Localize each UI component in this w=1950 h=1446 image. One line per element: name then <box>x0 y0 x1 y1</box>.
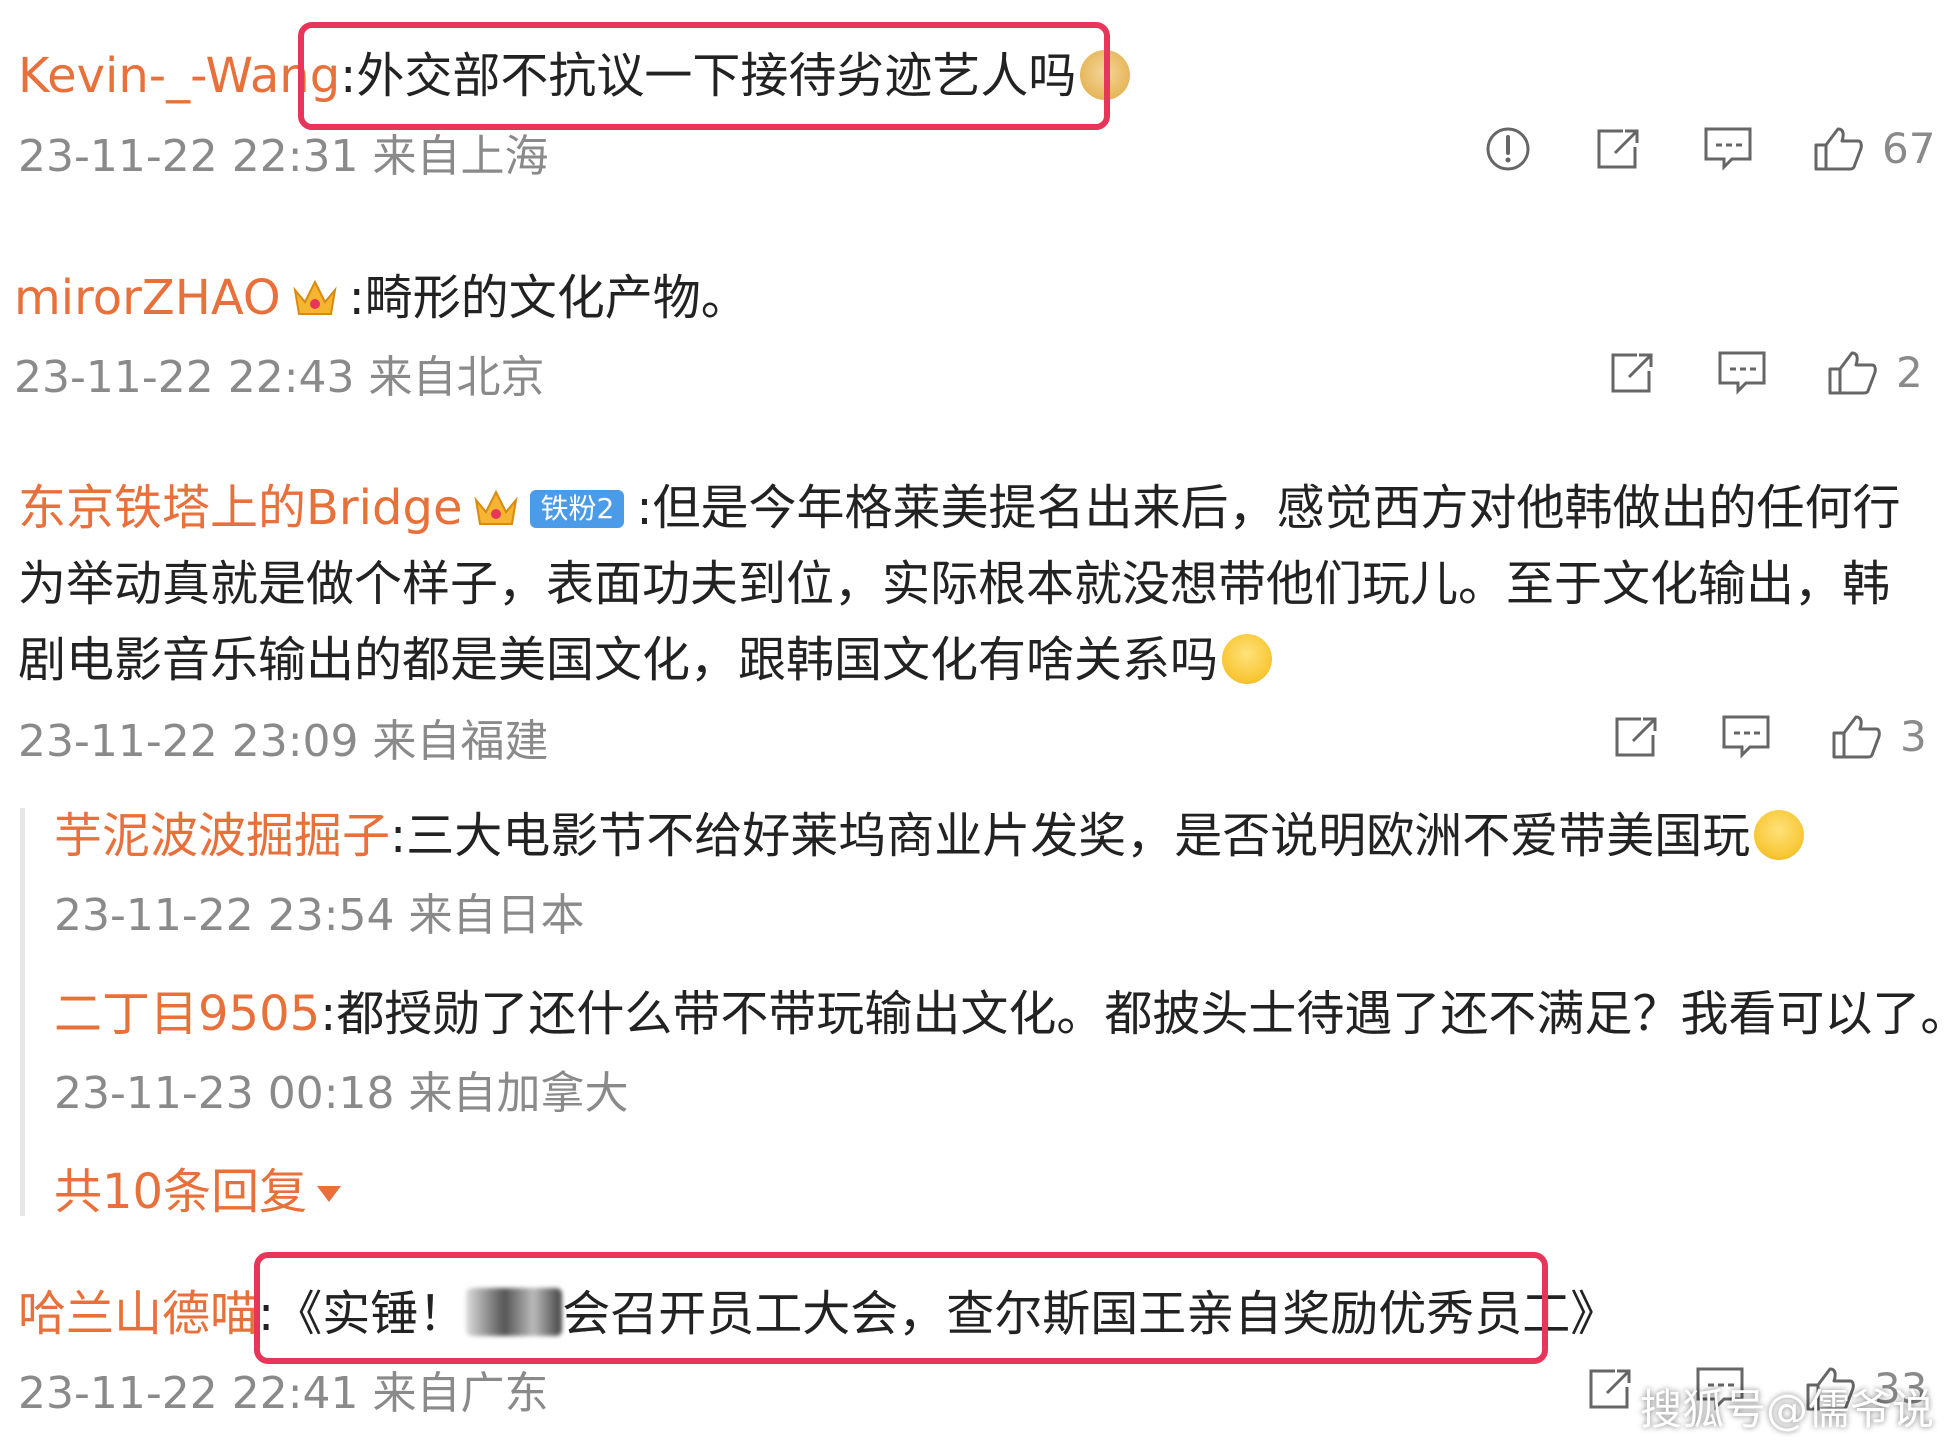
comment-3-body: 东京铁塔上的Bridge 铁粉2:但是今年格莱美提名出来后，感觉西方对他韩做出的任… <box>18 470 1918 698</box>
share-icon[interactable] <box>1588 125 1648 173</box>
reply-meta: 23-11-23 00:18 来自加拿大 <box>54 1068 629 1119</box>
watermark: 搜狐号@儒爷说 <box>1640 1385 1935 1434</box>
like-count: 67 <box>1882 124 1936 173</box>
comment-icon[interactable] <box>1698 125 1758 173</box>
reply-1: 芋泥波波掘掘子:三大电影节不给好莱坞商业片发奖，是否说明欧洲不爱带美国玩 <box>54 808 1805 864</box>
comment-actions: 2 <box>1602 348 1923 397</box>
like-icon[interactable] <box>1826 713 1886 761</box>
comment-icon[interactable] <box>1712 349 1772 397</box>
share-icon[interactable] <box>1606 713 1666 761</box>
highlight-box-2 <box>254 1252 1548 1364</box>
comment-meta: 23-11-22 22:31 来自上海 <box>18 131 549 182</box>
fan-badge: 铁粉2 <box>530 490 625 528</box>
laugh-cry-emoji-icon <box>1754 810 1805 860</box>
report-icon[interactable] <box>1478 125 1538 173</box>
like-icon[interactable] <box>1808 125 1868 173</box>
crown-icon <box>474 489 519 525</box>
comment-username[interactable]: Kevin-_-Wang <box>18 48 340 104</box>
reply-2: 二丁目9505:都授勋了还什么带不带玩输出文化。都披头士待遇了还不满足？我看可以… <box>54 986 1950 1042</box>
comment-username[interactable]: 哈兰山德喵 <box>18 1286 258 1342</box>
reply-meta: 23-11-22 23:54 来自日本 <box>54 890 585 941</box>
more-replies-link[interactable]: 共10条回复 <box>54 1164 343 1220</box>
share-icon[interactable] <box>1602 349 1662 397</box>
triangle-down-icon <box>317 1186 342 1202</box>
comment-username[interactable]: 东京铁塔上的Bridge <box>18 480 462 536</box>
reply-text: :三大电影节不给好莱坞商业片发奖，是否说明欧洲不爱带美国玩 <box>390 808 1751 864</box>
comment-2-header: mirorZHAO :畸形的文化产物。 <box>14 270 749 326</box>
reply-username[interactable]: 芋泥波波掘掘子 <box>54 808 390 864</box>
reply-text: :都授勋了还什么带不带玩输出文化。都披头士待遇了还不满足？我看可以了。 <box>320 986 1950 1042</box>
laugh-cry-emoji-icon <box>1222 634 1273 684</box>
highlight-box-1 <box>298 22 1110 130</box>
comment-username[interactable]: mirorZHAO <box>14 270 281 326</box>
like-icon[interactable] <box>1822 349 1882 397</box>
more-replies-label: 共10条回复 <box>54 1164 308 1220</box>
comment-meta: 23-11-22 22:43 来自北京 <box>14 352 545 403</box>
share-icon[interactable] <box>1580 1365 1640 1413</box>
comment-meta: 23-11-22 22:41 来自广东 <box>18 1368 549 1419</box>
comment-text: :畸形的文化产物。 <box>348 270 749 326</box>
comment-actions: 3 <box>1606 712 1927 761</box>
reply-username[interactable]: 二丁目9505 <box>54 986 320 1042</box>
like-count: 3 <box>1900 712 1927 761</box>
crown-icon <box>293 279 337 315</box>
comment-icon[interactable] <box>1716 713 1776 761</box>
comment-meta: 23-11-22 23:09 来自福建 <box>18 716 549 767</box>
reply-thread-bar <box>20 808 25 1216</box>
comment-actions: 67 <box>1478 124 1935 173</box>
like-count: 2 <box>1896 348 1923 397</box>
